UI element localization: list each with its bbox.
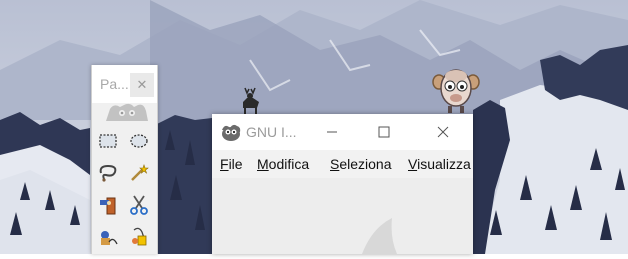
- paths-tool[interactable]: [95, 225, 121, 249]
- foreground-select-tool-icon: [100, 197, 116, 215]
- minimize-icon: [327, 131, 337, 133]
- lasso-select-tool[interactable]: [95, 161, 121, 185]
- fuzzy-select-tool[interactable]: [126, 161, 152, 185]
- toolbox-window[interactable]: Pa... ✕: [91, 65, 158, 254]
- gimp-logo-icon: [222, 124, 241, 141]
- minimize-button[interactable]: [309, 114, 355, 150]
- lasso-select-tool-icon: [99, 164, 117, 182]
- ellipse-select-tool[interactable]: [126, 129, 152, 153]
- close-icon: ✕: [136, 77, 148, 92]
- close-button[interactable]: [420, 114, 466, 150]
- menu-file-mnemonic: F: [220, 156, 229, 172]
- ellipse-select-tool-icon: [130, 134, 148, 148]
- menu-select[interactable]: Seleziona: [330, 156, 392, 172]
- scissors-select-tool-icon: [130, 195, 148, 215]
- rect-select-tool[interactable]: [95, 129, 121, 153]
- menu-edit[interactable]: Modifica: [257, 156, 309, 172]
- menu-edit-label: odifica: [268, 156, 310, 172]
- image-canvas-area[interactable]: [212, 178, 473, 254]
- sheep-mascot-icon[interactable]: [431, 66, 481, 114]
- color-picker-tool[interactable]: [126, 225, 152, 249]
- toolbox-titlebar[interactable]: Pa... ✕: [92, 65, 157, 103]
- rect-select-tool-icon: [99, 134, 117, 148]
- toolbox-close-button[interactable]: ✕: [130, 73, 154, 97]
- menu-select-mnemonic: S: [330, 156, 340, 172]
- menu-view-mnemonic: V: [408, 156, 418, 172]
- deer-icon: [239, 86, 263, 114]
- close-icon: [437, 126, 449, 138]
- menu-file-label: ile: [228, 156, 243, 172]
- menu-file[interactable]: File: [220, 156, 243, 172]
- menu-bar: File Modifica Seleziona Visualizza: [212, 150, 473, 178]
- scissors-select-tool[interactable]: [126, 193, 152, 217]
- wilber-dropzone-icon[interactable]: [104, 101, 150, 123]
- color-picker-tool-icon: [132, 227, 147, 246]
- menu-view-label: isualizza: [417, 156, 471, 172]
- menu-view[interactable]: Visualizza: [408, 156, 471, 172]
- gimp-main-window[interactable]: GNU I... File Modifica Seleziona Visuali…: [212, 114, 473, 254]
- menu-edit-mnemonic: M: [257, 156, 269, 172]
- foreground-select-tool[interactable]: [95, 193, 121, 217]
- toolbox-title: Pa...: [100, 76, 129, 92]
- fuzzy-select-tool-icon: [131, 164, 149, 181]
- window-title: GNU I...: [246, 124, 297, 140]
- gimp-titlebar[interactable]: GNU I...: [212, 114, 473, 150]
- maximize-button[interactable]: [361, 114, 407, 150]
- maximize-icon: [378, 126, 390, 138]
- menu-select-label: eleziona: [339, 156, 392, 172]
- wilber-watermark-icon: [362, 218, 397, 254]
- paths-tool-icon: [101, 231, 118, 245]
